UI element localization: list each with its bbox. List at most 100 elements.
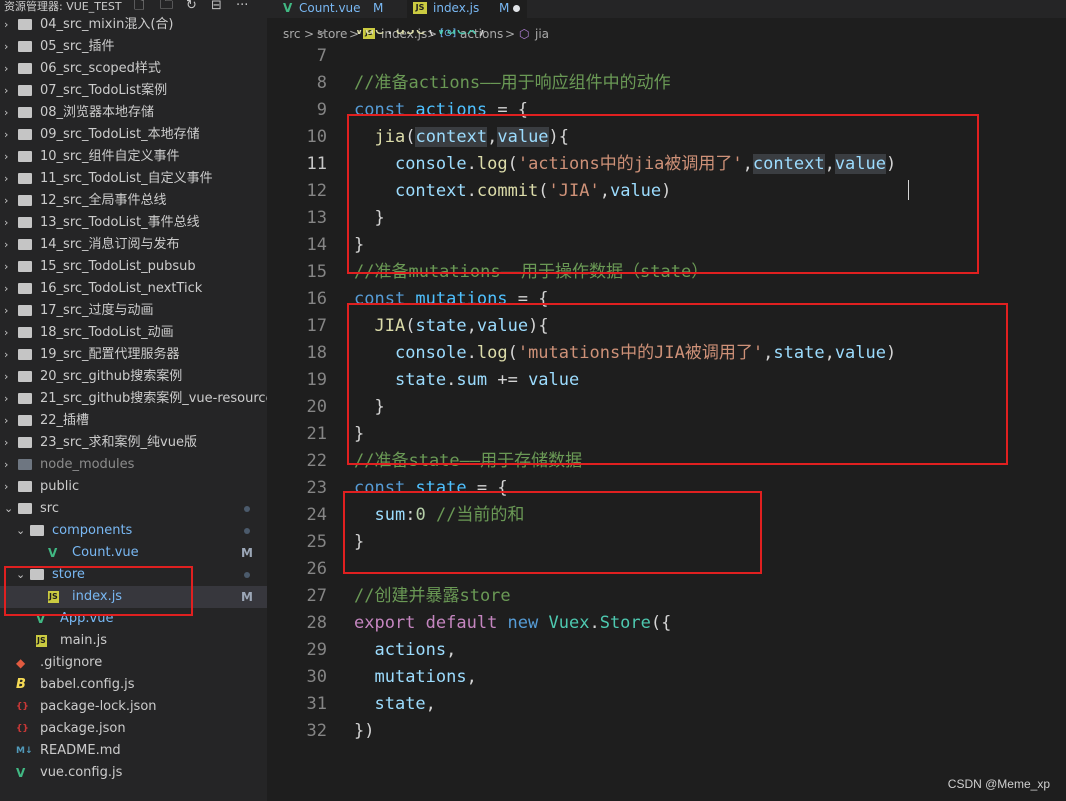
tree-folder[interactable]: › 15_src_TodoList_pubsub bbox=[0, 256, 267, 278]
tree-folder[interactable]: › 05_src_插件 bbox=[0, 36, 267, 58]
code-line[interactable]: state.sum += value bbox=[354, 367, 579, 394]
code-token: , bbox=[824, 343, 835, 363]
chevron-right-icon[interactable]: › bbox=[4, 36, 8, 58]
code-line[interactable]: jia(context,value){ bbox=[354, 124, 569, 151]
tree-folder[interactable]: › 20_src_github搜索案例 bbox=[0, 366, 267, 388]
tree-folder[interactable]: › 21_src_github搜索案例_vue-resource bbox=[0, 388, 267, 410]
tree-folder[interactable]: › 18_src_TodoList_动画 bbox=[0, 322, 267, 344]
chevron-down-icon[interactable]: ⌄ bbox=[16, 564, 25, 586]
chevron-right-icon[interactable]: › bbox=[4, 366, 8, 388]
chevron-down-icon[interactable]: ⌄ bbox=[4, 498, 13, 520]
code-line[interactable]: context.commit('JIA',value) bbox=[354, 178, 671, 205]
refresh-icon[interactable]: ↻ bbox=[186, 0, 197, 13]
code-line[interactable]: } bbox=[354, 205, 384, 232]
tree-folder[interactable]: › 22_插槽 bbox=[0, 410, 267, 432]
chevron-right-icon[interactable]: › bbox=[4, 454, 8, 476]
code-line[interactable]: } bbox=[354, 421, 364, 448]
tree-folder[interactable]: › 13_src_TodoList_事件总线 bbox=[0, 212, 267, 234]
code-line[interactable]: sum:0 //当前的和 bbox=[354, 502, 524, 529]
code-line[interactable]: console.log('mutations中的JIA被调用了',state,v… bbox=[354, 340, 896, 367]
chevron-right-icon[interactable]: › bbox=[4, 124, 8, 146]
tree-folder[interactable]: › 04_src_mixin混入(合) bbox=[0, 14, 267, 36]
code-line[interactable]: const actions = { bbox=[354, 97, 528, 124]
code-token: ) bbox=[886, 154, 897, 174]
code-line[interactable]: const state = { bbox=[354, 475, 508, 502]
chevron-right-icon[interactable]: › bbox=[4, 190, 8, 212]
code-line[interactable]: } bbox=[354, 394, 384, 421]
chevron-right-icon[interactable]: › bbox=[4, 432, 8, 454]
tree-file[interactable]: ◆ .gitignore bbox=[0, 652, 267, 674]
tree-folder[interactable]: ⌄ store bbox=[0, 564, 267, 586]
tree-folder[interactable]: › 07_src_TodoList案例 bbox=[0, 80, 267, 102]
chevron-right-icon[interactable]: › bbox=[4, 256, 8, 278]
code-line[interactable]: export default new Vuex.Store({ bbox=[354, 610, 671, 637]
chevron-right-icon[interactable]: › bbox=[4, 410, 8, 432]
code-line[interactable]: actions, bbox=[354, 637, 456, 664]
chevron-right-icon[interactable]: › bbox=[4, 322, 8, 344]
code-line[interactable]: } bbox=[354, 232, 364, 259]
chevron-right-icon[interactable]: › bbox=[4, 168, 8, 190]
line-number: 15 bbox=[306, 262, 327, 282]
code-line[interactable]: Vue.use(Vuex) bbox=[354, 30, 487, 43]
tree-folder[interactable]: › 11_src_TodoList_自定义事件 bbox=[0, 168, 267, 190]
code-token: , bbox=[742, 154, 753, 174]
tree-file[interactable]: {} package.json bbox=[0, 718, 267, 740]
tree-file[interactable]: Vvue.config.js bbox=[0, 762, 267, 784]
tree-folder[interactable]: › node_modules bbox=[0, 454, 267, 476]
chevron-down-icon[interactable]: ⌄ bbox=[16, 520, 25, 542]
chevron-right-icon[interactable]: › bbox=[4, 102, 8, 124]
code-editor[interactable]: 6Vue.use(Vuex)78//准备actions——用于响应组件中的动作9… bbox=[267, 30, 1066, 801]
chevron-right-icon[interactable]: › bbox=[4, 388, 8, 410]
tree-folder[interactable]: › public bbox=[0, 476, 267, 498]
tab-count-vue[interactable]: V Count.vue M bbox=[277, 0, 407, 18]
collapse-all-icon[interactable]: ⊟ bbox=[211, 0, 222, 13]
tree-folder[interactable]: › 06_src_scoped样式 bbox=[0, 58, 267, 80]
unsaved-dot-icon[interactable] bbox=[513, 5, 520, 12]
chevron-right-icon[interactable]: › bbox=[4, 80, 8, 102]
code-line[interactable]: JIA(state,value){ bbox=[354, 313, 548, 340]
chevron-right-icon[interactable]: › bbox=[4, 300, 8, 322]
code-line[interactable]: }) bbox=[354, 718, 374, 745]
tree-file[interactable]: {} package-lock.json bbox=[0, 696, 267, 718]
code-line[interactable]: //准备state——用于存储数据 bbox=[354, 448, 582, 475]
tree-folder[interactable]: › 12_src_全局事件总线 bbox=[0, 190, 267, 212]
code-line[interactable]: state, bbox=[354, 691, 435, 718]
tree-file[interactable]: JS main.js bbox=[0, 630, 267, 652]
chevron-right-icon[interactable]: › bbox=[4, 234, 8, 256]
tree-file[interactable]: M↓ README.md bbox=[0, 740, 267, 762]
chevron-right-icon[interactable]: › bbox=[4, 476, 8, 498]
chevron-right-icon[interactable]: › bbox=[4, 14, 8, 36]
new-file-icon[interactable]: 🗋 bbox=[134, 0, 144, 13]
code-line[interactable]: } bbox=[354, 529, 364, 556]
code-line[interactable]: mutations, bbox=[354, 664, 476, 691]
code-line[interactable]: //准备mutations——用于操作数据（state） bbox=[354, 259, 708, 286]
chevron-right-icon[interactable]: › bbox=[4, 58, 8, 80]
chevron-right-icon[interactable]: › bbox=[4, 212, 8, 234]
code-token: console bbox=[394, 154, 467, 174]
more-icon[interactable]: ··· bbox=[236, 0, 248, 13]
code-line[interactable]: //创建并暴露store bbox=[354, 583, 511, 610]
tree-folder[interactable]: › 09_src_TodoList_本地存储 bbox=[0, 124, 267, 146]
tree-folder[interactable]: ⌄ components bbox=[0, 520, 267, 542]
tree-file[interactable]: V App.vue bbox=[0, 608, 267, 630]
tree-folder[interactable]: › 08_浏览器本地存储 bbox=[0, 102, 267, 124]
chevron-right-icon[interactable]: › bbox=[4, 146, 8, 168]
tree-folder[interactable]: ⌄ src bbox=[0, 498, 267, 520]
line-number: 20 bbox=[306, 397, 327, 417]
tree-folder[interactable]: › 23_src_求和案例_纯vue版 bbox=[0, 432, 267, 454]
tab-index-js[interactable]: JS index.js M bbox=[407, 0, 527, 18]
chevron-right-icon[interactable]: › bbox=[4, 278, 8, 300]
new-folder-icon[interactable]: 🗀 bbox=[160, 0, 173, 13]
tree-folder[interactable]: › 14_src_消息订阅与发布 bbox=[0, 234, 267, 256]
code-line[interactable]: const mutations = { bbox=[354, 286, 549, 313]
tree-file[interactable]: JS index.js M bbox=[0, 586, 267, 608]
tree-folder[interactable]: › 10_src_组件自定义事件 bbox=[0, 146, 267, 168]
tree-folder[interactable]: › 19_src_配置代理服务器 bbox=[0, 344, 267, 366]
tree-folder[interactable]: › 16_src_TodoList_nextTick bbox=[0, 278, 267, 300]
chevron-right-icon[interactable]: › bbox=[4, 344, 8, 366]
code-line[interactable]: //准备actions——用于响应组件中的动作 bbox=[354, 70, 671, 97]
tree-file[interactable]: V Count.vue M bbox=[0, 542, 267, 564]
tree-file[interactable]: Bbabel.config.js bbox=[0, 674, 267, 696]
code-line[interactable]: console.log('actions中的jia被调用了',context,v… bbox=[354, 151, 896, 178]
tree-folder[interactable]: › 17_src_过度与动画 bbox=[0, 300, 267, 322]
